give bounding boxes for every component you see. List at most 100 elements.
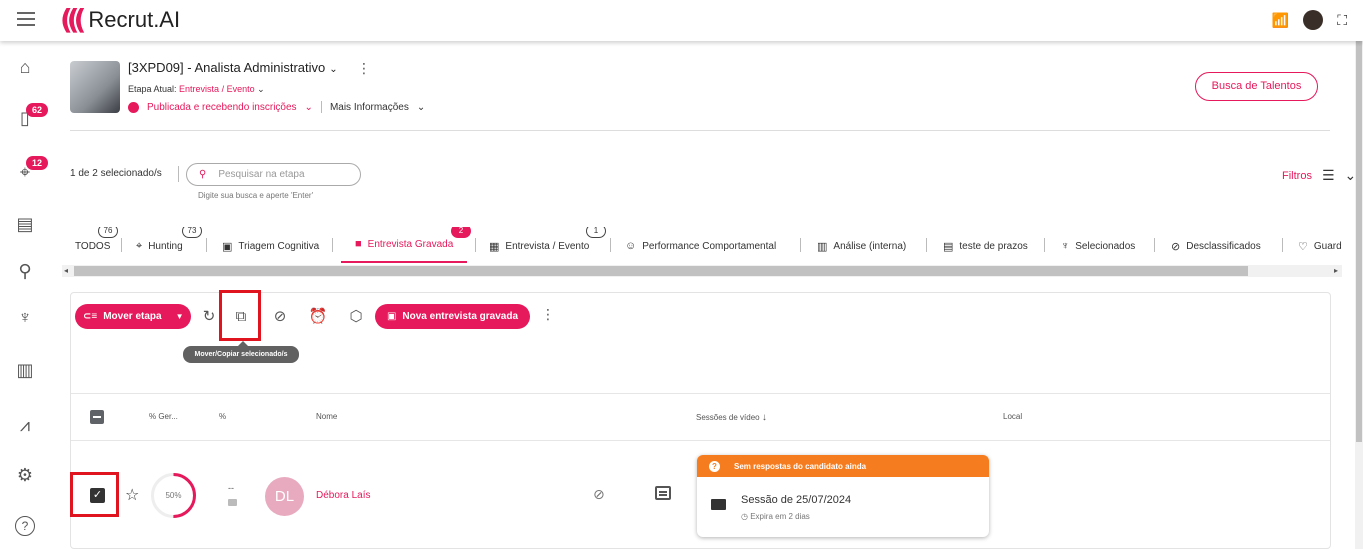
- app-logo[interactable]: ((( Recrut.AI: [60, 6, 180, 34]
- job-status: Publicada e recebendo inscrições ⌄ Mais …: [128, 101, 425, 113]
- tab-teste-de-prazos[interactable]: ▤ teste de prazos: [943, 227, 1028, 263]
- status-dropdown[interactable]: Publicada e recebendo inscrições: [147, 102, 297, 113]
- home-icon[interactable]: ⌂: [12, 54, 38, 80]
- tab-entrevista-gravada[interactable]: ■ Entrevista Gravada: [341, 227, 468, 263]
- logo-mark-icon: (((: [60, 3, 87, 36]
- chevron-down-icon[interactable]: ⌄: [305, 102, 313, 113]
- fullscreen-icon[interactable]: ⛶: [1337, 12, 1347, 29]
- trend-icon[interactable]: ⩘: [12, 412, 38, 438]
- question-icon: ?: [709, 460, 720, 472]
- highlight-box: [70, 472, 119, 517]
- scroll-left-icon[interactable]: ◂: [64, 265, 68, 277]
- list-icon: ▤: [943, 240, 954, 253]
- candidate-name[interactable]: Débora Laís: [316, 490, 370, 501]
- face-icon: ☺: [625, 240, 637, 252]
- score-label: 50%: [165, 491, 182, 500]
- settings-icon[interactable]: ⚙: [12, 462, 38, 488]
- header-local[interactable]: Local: [1003, 412, 1022, 421]
- arrow-down-icon: ↓: [761, 412, 767, 423]
- caret-down-icon: ▼: [175, 312, 184, 321]
- divider: [178, 166, 179, 182]
- session-card[interactable]: ? Sem respostas do candidato ainda Sessã…: [697, 455, 989, 537]
- tab-hunting[interactable]: ⌖ Hunting: [136, 227, 183, 263]
- move-icon: ⊂≡: [83, 311, 98, 322]
- chevron-down-icon[interactable]: ⌄: [417, 102, 425, 113]
- help-icon[interactable]: ?: [15, 516, 35, 536]
- tab-desclassificados[interactable]: ⊘ Desclassificados: [1171, 227, 1261, 263]
- video-off-icon: [711, 499, 726, 510]
- user-avatar[interactable]: [1303, 10, 1324, 30]
- stage-tabs: TODOS 76 ⌖ Hunting 73 ▣ Triagem Cognitiva …: [70, 227, 1342, 263]
- star-icon[interactable]: ☆: [125, 485, 139, 505]
- avatar[interactable]: DL: [265, 477, 304, 516]
- eye-off-icon[interactable]: ⊘: [593, 486, 605, 503]
- calendar-icon: ▦: [489, 240, 500, 253]
- clipboard-badge: 62: [26, 103, 48, 117]
- highlight-box: [219, 290, 261, 341]
- tab-performance-comportamental[interactable]: ☺ Performance Comportamental: [625, 227, 776, 263]
- search-input[interactable]: ⚲ Pesquisar na etapa: [186, 163, 361, 186]
- divider: [71, 440, 1330, 441]
- video-add-icon: ▣: [386, 311, 397, 322]
- vertical-scrollbar[interactable]: [1355, 0, 1363, 549]
- header-pct[interactable]: %: [219, 412, 226, 421]
- tag-icon[interactable]: ⬡: [346, 307, 366, 327]
- session-status: ? Sem respostas do candidato ainda: [697, 455, 989, 477]
- video-icon: ■: [355, 238, 362, 250]
- search-icon[interactable]: ⚲: [12, 258, 38, 284]
- horizontal-scrollbar[interactable]: ◂ ▸: [62, 265, 1342, 277]
- tab-badge: 2: [451, 227, 471, 238]
- camera-icon: [228, 499, 237, 506]
- bar-chart-icon[interactable]: ▥: [12, 357, 38, 383]
- tab-badge: 73: [182, 227, 202, 238]
- top-bar: ((( Recrut.AI 📶 ⛶: [0, 0, 1363, 41]
- chat-icon[interactable]: [655, 486, 671, 500]
- tab-triagem-cognitiva[interactable]: ▣ Triagem Cognitiva: [222, 227, 319, 263]
- heart-icon: ♡: [1298, 240, 1308, 253]
- menu-icon[interactable]: [17, 12, 35, 28]
- header-name[interactable]: Nome: [316, 412, 337, 421]
- divider: [70, 130, 1330, 131]
- tab-entrevista-evento[interactable]: ▦ Entrevista / Evento: [489, 227, 589, 263]
- chevron-down-icon[interactable]: ⌄: [257, 84, 265, 94]
- tab-badge: 1: [586, 227, 606, 238]
- chevron-down-icon: ⌄: [1344, 167, 1357, 183]
- scroll-right-icon[interactable]: ▸: [1334, 265, 1338, 277]
- header-sessions[interactable]: Sessões de vídeo ↓: [696, 412, 767, 423]
- sidebar: ⌂ ▯ 62 ⌖ 12 ▤ ⚲ ♆ ▥ ⩘ ⚙ ?: [0, 41, 50, 549]
- job-more-icon[interactable]: ⋮: [357, 60, 371, 77]
- selection-count: 1 de 2 selecionado/s: [70, 168, 162, 179]
- play-icon: [128, 101, 139, 113]
- search-hint: Digite sua busca e aperte 'Enter': [198, 191, 314, 200]
- more-options-icon[interactable]: ⋮: [541, 306, 555, 323]
- job-thumbnail: [70, 61, 120, 113]
- divider: [71, 393, 1330, 394]
- trophy-icon[interactable]: ♆: [12, 304, 38, 330]
- block-icon[interactable]: ⊘: [270, 307, 290, 327]
- move-stage-button[interactable]: ⊂≡ Mover etapa ▼: [75, 304, 191, 329]
- talent-search-button[interactable]: Busca de Talentos: [1195, 72, 1318, 101]
- wifi-icon: 📶: [1271, 11, 1290, 28]
- tab-guardados[interactable]: ♡ Guard: [1298, 227, 1342, 263]
- new-recorded-interview-button[interactable]: ▣ Nova entrevista gravada: [375, 304, 530, 329]
- filters-button[interactable]: Filtros ☰ ⌄: [1282, 167, 1356, 184]
- job-stage[interactable]: Etapa Atual: Entrevista / Evento ⌄: [128, 84, 265, 95]
- more-info-dropdown[interactable]: Mais Informações: [330, 102, 409, 113]
- alarm-icon[interactable]: ⏰: [308, 307, 328, 327]
- select-all-checkbox[interactable]: [90, 410, 104, 424]
- crosshair-badge: 12: [26, 156, 48, 170]
- tab-selecionados[interactable]: ♆ Selecionados: [1061, 227, 1135, 263]
- header-ger[interactable]: % Ger...: [149, 412, 178, 421]
- tooltip: Mover/Copiar selecionado/s: [183, 341, 299, 363]
- tab-analise-interna[interactable]: ▥ Análise (interna): [817, 227, 906, 263]
- crosshair-icon: ⌖: [136, 239, 143, 252]
- block-icon: ⊘: [1171, 240, 1181, 253]
- job-title[interactable]: [3XPD09] - Analista Administrativo ⌄: [128, 60, 338, 75]
- trophy-icon: ♆: [1061, 240, 1070, 252]
- book-icon[interactable]: ▤: [12, 211, 38, 237]
- chevron-down-icon[interactable]: ⌄: [329, 64, 337, 75]
- session-expiry: ◷ Expira em 2 dias: [741, 512, 810, 521]
- pct-value: --: [228, 483, 234, 493]
- chart-icon: ▥: [817, 240, 828, 253]
- refresh-icon[interactable]: ↻: [199, 307, 219, 327]
